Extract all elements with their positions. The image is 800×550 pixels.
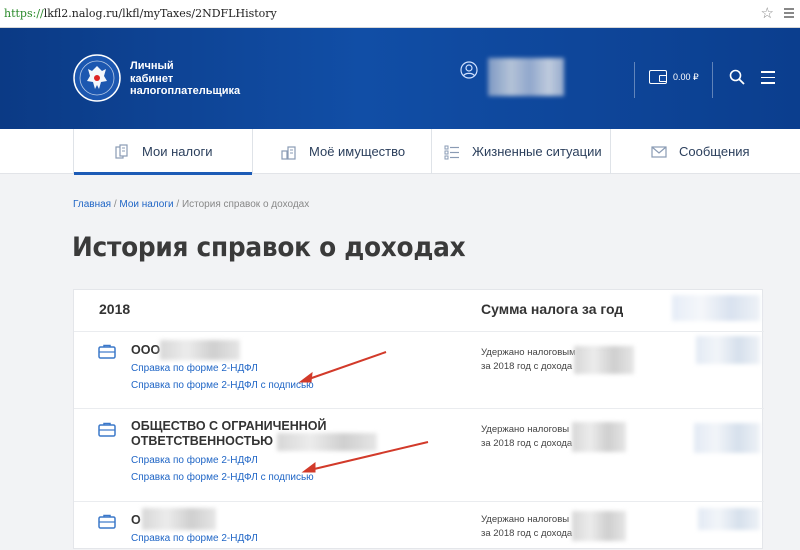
header-divider: [634, 62, 635, 98]
redacted-amount: [696, 336, 760, 364]
year-heading: 2018: [99, 301, 131, 317]
org-name: ООО: [131, 343, 161, 357]
search-icon[interactable]: [729, 69, 745, 85]
envelope-icon: [651, 145, 667, 158]
breadcrumb-current: История справок о доходах: [181, 199, 310, 210]
main-nav: Мои налоги Моё имущество Жизненные ситуа…: [0, 129, 800, 175]
breadcrumb-my-taxes[interactable]: Мои налоги: [119, 199, 173, 210]
certificate-link[interactable]: Справка по форме 2-НДФЛ: [131, 533, 258, 544]
site-header: Личный кабинет налогоплательщика 0.00 ₽: [0, 28, 800, 129]
certificate-link[interactable]: Справка по форме 2-НДФЛ: [131, 455, 258, 466]
tab-my-taxes[interactable]: Мои налоги: [73, 129, 253, 175]
calculator-icon: [115, 143, 128, 159]
page-title: История справок о доходах: [72, 232, 466, 263]
list-icon: [444, 145, 459, 159]
address-bar[interactable]: https://lkfl2.nalog.ru/lkfl/myTaxes/2NDF…: [0, 0, 800, 28]
signed-certificate-link[interactable]: Справка по форме 2-НДФЛ с подписью: [131, 380, 314, 391]
fns-emblem-icon[interactable]: [73, 54, 121, 102]
header-divider: [712, 62, 713, 98]
tab-messages[interactable]: Сообщения: [611, 129, 800, 174]
tab-my-property[interactable]: Моё имущество: [253, 129, 431, 174]
wallet-icon[interactable]: [649, 70, 667, 84]
org-name: О: [131, 513, 141, 527]
user-icon[interactable]: [460, 61, 478, 79]
balance-amount[interactable]: 0.00 ₽: [673, 72, 699, 83]
brand-title[interactable]: Личный кабинет налогоплательщика: [130, 60, 240, 98]
table-row: О Справка по форме 2-НДФЛ Удержано налог…: [74, 502, 764, 550]
browser-menu-icon[interactable]: [784, 8, 794, 20]
hamburger-menu-icon[interactable]: [761, 71, 775, 88]
briefcase-icon: [98, 422, 116, 437]
briefcase-icon: [98, 344, 116, 359]
certificate-link[interactable]: Справка по форме 2-НДФЛ: [131, 363, 258, 374]
breadcrumb-home[interactable]: Главная: [73, 199, 111, 210]
withheld-label: Удержано налоговы за 2018 год с дохода: [481, 424, 573, 449]
tab-life-situations[interactable]: Жизненные ситуации: [432, 129, 610, 174]
redacted-amount: [672, 295, 760, 321]
table-row: ООО Справка по форме 2-НДФЛ Справка по ф…: [74, 332, 764, 408]
signed-certificate-link[interactable]: Справка по форме 2-НДФЛ с подписью: [131, 472, 314, 483]
redacted-amount: [698, 508, 760, 530]
table-row: ОБЩЕСТВО С ОГРАНИЧЕННОЙ ОТВЕТСТВЕННОСТЬЮ…: [74, 409, 764, 501]
redacted-org: [277, 433, 377, 451]
tax-sum-header: Сумма налога за год: [481, 301, 624, 317]
bookmark-star-icon[interactable]: ☆: [761, 4, 774, 22]
briefcase-icon: [98, 514, 116, 529]
redacted-text: [572, 422, 626, 452]
user-name-redacted[interactable]: [488, 58, 564, 96]
redacted-org: [160, 340, 240, 360]
withheld-label: Удержано налоговы за 2018 год с дохода: [481, 514, 573, 539]
redacted-text: [572, 511, 626, 541]
redacted-org: [142, 508, 216, 530]
url-text[interactable]: https://lkfl2.nalog.ru/lkfl/myTaxes/2NDF…: [4, 7, 277, 20]
buildings-icon: [281, 145, 296, 160]
breadcrumb: Главная / Мои налоги / История справок о…: [73, 199, 310, 210]
income-certificates-card: 2018 Сумма налога за год ООО Справка по …: [73, 289, 764, 550]
redacted-text: [574, 346, 634, 374]
redacted-amount: [694, 423, 760, 453]
